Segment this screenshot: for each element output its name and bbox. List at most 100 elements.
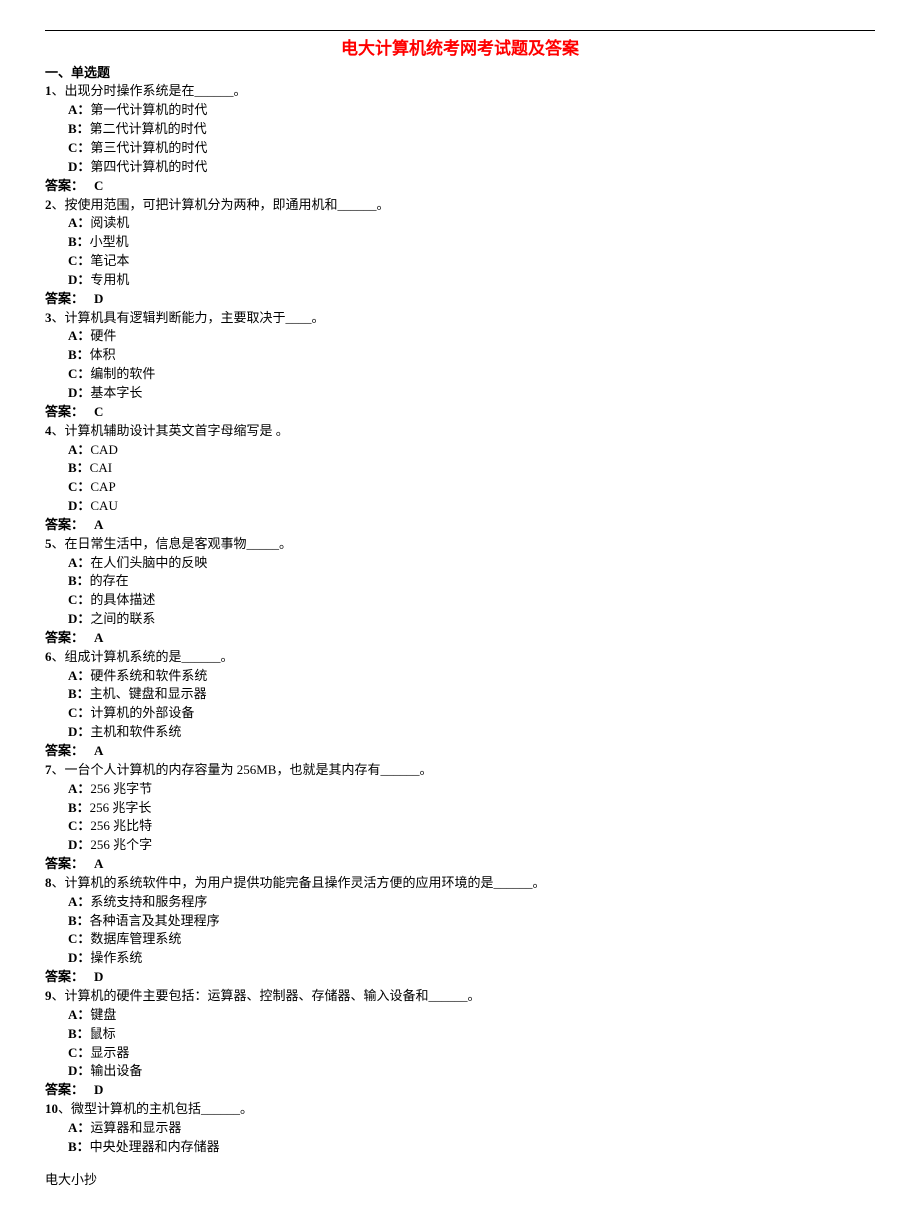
option-line: A：CAD	[68, 441, 875, 460]
option-text: 主机、键盘和显示器	[90, 686, 207, 701]
answer-line: 答案：C	[45, 403, 875, 422]
option-text: 硬件系统和软件系统	[90, 668, 207, 683]
option-text: 第三代计算机的时代	[90, 140, 207, 155]
answer-label: 答案：	[45, 404, 84, 419]
section-header: 一、单选题	[45, 64, 875, 83]
option-text: 各种语言及其处理程序	[90, 913, 220, 928]
option-label: A：	[68, 442, 90, 457]
option-label: C：	[68, 931, 90, 946]
option-label: C：	[68, 140, 90, 155]
option-line: C：256 兆比特	[68, 817, 875, 836]
option-label: B：	[68, 234, 90, 249]
option-label: A：	[68, 102, 90, 117]
question-block: 6、组成计算机系统的是______。A：硬件系统和软件系统B：主机、键盘和显示器…	[45, 648, 875, 761]
answer-value: D	[84, 290, 103, 309]
option-line: C：显示器	[68, 1044, 875, 1063]
answer-value: C	[84, 177, 103, 196]
option-label: B：	[68, 1026, 90, 1041]
option-label: D：	[68, 159, 90, 174]
question-block: 9、计算机的硬件主要包括：运算器、控制器、存储器、输入设备和______。A：键…	[45, 987, 875, 1100]
question-stem: 、计算机的系统软件中，为用户提供功能完备且操作灵活方便的应用环境的是______…	[52, 875, 546, 890]
question-block: 8、计算机的系统软件中，为用户提供功能完备且操作灵活方便的应用环境的是_____…	[45, 874, 875, 987]
option-text: 的具体描述	[90, 592, 155, 607]
question-block: 5、在日常生活中，信息是客观事物_____。A：在人们头脑中的反映B：的存在C：…	[45, 535, 875, 648]
option-text: 阅读机	[90, 215, 129, 230]
question-text: 5、在日常生活中，信息是客观事物_____。	[45, 535, 875, 554]
question-stem: 、微型计算机的主机包括______。	[58, 1101, 253, 1116]
answer-line: 答案：A	[45, 742, 875, 761]
option-text: 第一代计算机的时代	[90, 102, 207, 117]
option-text: 在人们头脑中的反映	[90, 555, 207, 570]
question-block: 2、按使用范围，可把计算机分为两种，即通用机和______。A：阅读机B：小型机…	[45, 196, 875, 309]
answer-line: 答案：D	[45, 1081, 875, 1100]
option-line: B：鼠标	[68, 1025, 875, 1044]
answer-value: D	[84, 1081, 103, 1100]
option-line: D：基本字长	[68, 384, 875, 403]
option-text: 体积	[90, 347, 116, 362]
options-list: A：第一代计算机的时代B：第二代计算机的时代C：第三代计算机的时代D：第四代计算…	[45, 101, 875, 176]
question-stem: 、一台个人计算机的内存容量为 256MB，也就是其内存有______。	[52, 762, 433, 777]
option-text: 鼠标	[90, 1026, 116, 1041]
option-text: 256 兆字长	[90, 800, 152, 815]
options-list: A：硬件B：体积C：编制的软件D：基本字长	[45, 327, 875, 402]
question-block: 10、微型计算机的主机包括______。A：运算器和显示器B：中央处理器和内存储…	[45, 1100, 875, 1157]
option-line: A：在人们头脑中的反映	[68, 554, 875, 573]
option-text: 基本字长	[90, 385, 142, 400]
answer-line: 答案：C	[45, 177, 875, 196]
question-text: 10、微型计算机的主机包括______。	[45, 1100, 875, 1119]
options-list: A：硬件系统和软件系统B：主机、键盘和显示器C：计算机的外部设备 D：主机和软件系…	[45, 667, 875, 742]
option-label: A：	[68, 894, 90, 909]
option-label: B：	[68, 573, 90, 588]
option-label: A：	[68, 215, 90, 230]
answer-label: 答案：	[45, 856, 84, 871]
answer-line: 答案：A	[45, 629, 875, 648]
option-label: C：	[68, 1045, 90, 1060]
answer-label: 答案：	[45, 291, 84, 306]
option-line: A：阅读机	[68, 214, 875, 233]
option-text: 之间的联系	[90, 611, 155, 626]
option-line: A：硬件系统和软件系统	[68, 667, 875, 686]
option-label: B：	[68, 1139, 90, 1154]
option-line: A：键盘	[68, 1006, 875, 1025]
option-line: D：专用机	[68, 271, 875, 290]
answer-line: 答案：D	[45, 968, 875, 987]
option-label: D：	[68, 950, 90, 965]
question-text: 3、计算机具有逻辑判断能力，主要取决于____。	[45, 309, 875, 328]
option-line: A：第一代计算机的时代	[68, 101, 875, 120]
option-line: C：数据库管理系统	[68, 930, 875, 949]
option-line: D：输出设备	[68, 1062, 875, 1081]
question-text: 7、一台个人计算机的内存容量为 256MB，也就是其内存有______。	[45, 761, 875, 780]
option-line: A：硬件	[68, 327, 875, 346]
option-label: D：	[68, 272, 90, 287]
option-text: 输出设备	[90, 1063, 142, 1078]
option-label: B：	[68, 686, 90, 701]
option-text: 计算机的外部设备	[90, 705, 194, 720]
option-text: 显示器	[90, 1045, 129, 1060]
question-text: 1、出现分时操作系统是在______。	[45, 82, 875, 101]
option-text: 256 兆比特	[90, 818, 152, 833]
option-line: B：CAI	[68, 459, 875, 478]
option-label: C：	[68, 592, 90, 607]
question-stem: 、出现分时操作系统是在______。	[52, 83, 247, 98]
option-label: D：	[68, 611, 90, 626]
option-label: A：	[68, 781, 90, 796]
option-line: D：操作系统	[68, 949, 875, 968]
option-text: 专用机	[90, 272, 129, 287]
option-text: 运算器和显示器	[90, 1120, 181, 1135]
option-text: CAD	[90, 442, 117, 457]
option-line: B：的存在	[68, 572, 875, 591]
option-line: C：笔记本	[68, 252, 875, 271]
options-list: A：在人们头脑中的反映B：的存在C：的具体描述D：之间的联系	[45, 554, 875, 629]
option-line: B：256 兆字长	[68, 799, 875, 818]
option-text: 第四代计算机的时代	[90, 159, 207, 174]
answer-value: A	[84, 516, 103, 535]
option-label: C：	[68, 253, 90, 268]
option-line: D：主机和软件系统	[68, 723, 875, 742]
question-block: 7、一台个人计算机的内存容量为 256MB，也就是其内存有______。A：25…	[45, 761, 875, 874]
question-stem: 、按使用范围，可把计算机分为两种，即通用机和______。	[52, 197, 390, 212]
option-label: C：	[68, 705, 90, 720]
question-block: 3、计算机具有逻辑判断能力，主要取决于____。A：硬件B：体积C：编制的软件D…	[45, 309, 875, 422]
option-text: 系统支持和服务程序	[90, 894, 207, 909]
answer-value: A	[84, 742, 103, 761]
option-text: 数据库管理系统	[90, 931, 181, 946]
